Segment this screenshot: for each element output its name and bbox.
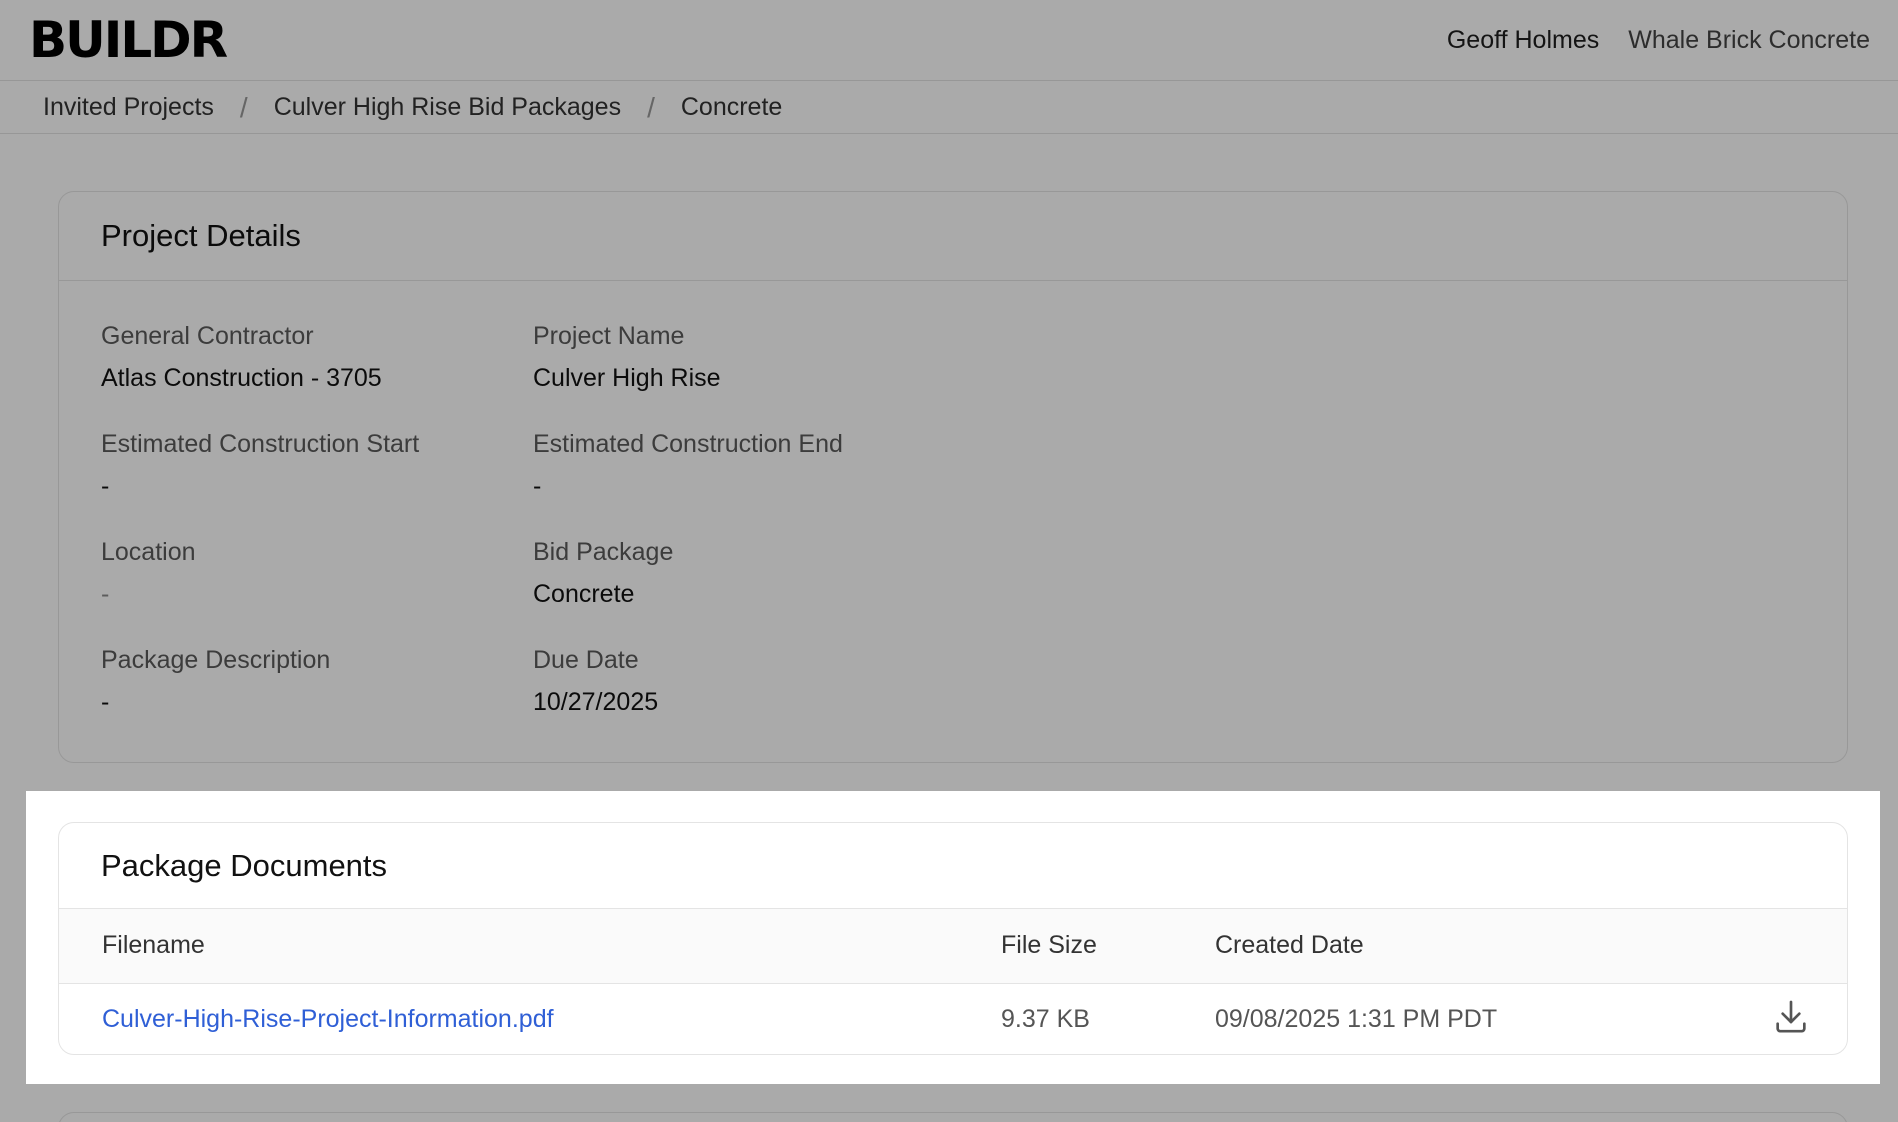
documents-table: Filename File Size Created Date Culver-H…: [59, 909, 1847, 1054]
field-value: 10/27/2025: [533, 688, 659, 716]
package-documents-title: Package Documents: [59, 823, 1847, 909]
download-button[interactable]: [1769, 995, 1813, 1039]
project-details-title: Project Details: [59, 192, 1847, 281]
table-row: Culver-High-Rise-Project-Information.pdf…: [59, 983, 1847, 1054]
field-value: -: [101, 688, 110, 716]
next-section-card: [58, 1112, 1848, 1122]
breadcrumb-bid-packages[interactable]: Culver High Rise Bid Packages: [274, 93, 621, 122]
field-label: Package Description: [101, 646, 331, 674]
company-name-menu[interactable]: Whale Brick Concrete: [1628, 26, 1870, 55]
cell-file-size: 9.37 KB: [1001, 1004, 1090, 1033]
field-value: Culver High Rise: [533, 364, 721, 392]
field-value: -: [101, 472, 110, 500]
breadcrumb: Invited Projects / Culver High Rise Bid …: [0, 82, 1898, 134]
cell-created-date: 09/08/2025 1:31 PM PDT: [1215, 1004, 1498, 1033]
column-header-filename[interactable]: Filename: [59, 909, 1001, 984]
column-header-file-size[interactable]: File Size: [1001, 909, 1215, 984]
field-label: Estimated Construction Start: [101, 430, 420, 458]
field-project-name: Project Name Culver High Rise: [533, 322, 721, 393]
column-header-actions: [1735, 909, 1847, 984]
table-header-row: Filename File Size Created Date: [59, 909, 1847, 984]
field-est-start: Estimated Construction Start -: [101, 430, 419, 501]
breadcrumb-current-package: Concrete: [680, 93, 783, 121]
field-label: Due Date: [533, 646, 639, 674]
field-package-description: Package Description -: [101, 646, 330, 717]
user-area: Geoff Holmes Whale Brick Concrete: [1447, 26, 1870, 55]
download-icon: [1776, 1000, 1806, 1033]
field-label: Bid Package: [533, 538, 674, 566]
breadcrumb-invited-projects[interactable]: Invited Projects: [43, 93, 214, 122]
field-value: Concrete: [533, 580, 635, 608]
project-details-card: Project Details General Contractor Atlas…: [58, 191, 1848, 763]
cell-filename: Culver-High-Rise-Project-Information.pdf: [59, 983, 1001, 1054]
cell-actions: [1735, 983, 1847, 1054]
field-bid-package: Bid Package Concrete: [533, 538, 673, 609]
field-label: Project Name: [533, 322, 685, 350]
field-est-end: Estimated Construction End -: [533, 430, 843, 501]
document-file-link[interactable]: Culver-High-Rise-Project-Information.pdf: [102, 1005, 554, 1033]
field-general-contractor: General Contractor Atlas Construction - …: [101, 322, 382, 393]
field-value: -: [533, 472, 542, 500]
column-header-created-date[interactable]: Created Date: [1215, 909, 1735, 984]
field-label: General Contractor: [101, 322, 314, 350]
breadcrumb-separator: /: [239, 91, 248, 123]
field-value: -: [101, 580, 110, 608]
top-navbar: BUILDR Geoff Holmes Whale Brick Concrete: [0, 0, 1898, 81]
field-location: Location -: [101, 538, 196, 609]
breadcrumb-separator: /: [647, 91, 655, 123]
user-name-menu[interactable]: Geoff Holmes: [1447, 26, 1599, 55]
field-label: Estimated Construction End: [533, 430, 843, 458]
field-due-date: Due Date 10/27/2025: [533, 646, 658, 717]
field-value: Atlas Construction - 3705: [101, 364, 382, 392]
field-label: Location: [101, 538, 196, 566]
package-documents-card: Package Documents Filename File Size Cre…: [58, 822, 1848, 1055]
app-logo[interactable]: BUILDR: [29, 11, 228, 69]
